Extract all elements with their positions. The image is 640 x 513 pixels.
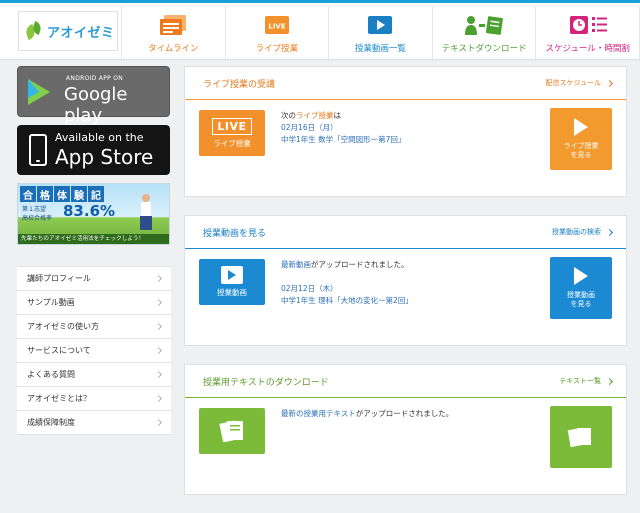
live-icon-text: LIVE: [268, 23, 285, 31]
text-thumbnail[interactable]: [199, 408, 265, 454]
card-header: ライブ授業の受講 配信スケジュール: [185, 67, 626, 100]
sidebar-item-faq[interactable]: よくある質問: [17, 363, 171, 387]
thumbnail-caption: ライブ授業: [213, 138, 251, 148]
sidebar-item-sample-video[interactable]: サンプル動画: [17, 291, 171, 315]
aoizemi-logo[interactable]: アオイゼミ: [18, 11, 118, 51]
live-icon: LIVE: [264, 14, 289, 36]
sidebar-item-about-service[interactable]: サービスについて: [17, 339, 171, 363]
live-course-link[interactable]: 中学1年生 数学「空間図形ー第7回」: [281, 134, 405, 146]
main-content: ライブ授業の受講 配信スケジュール LIVE ライブ授業 次のライブ授業は 02…: [184, 66, 627, 513]
nav-live[interactable]: LIVE ライブ授業: [224, 6, 329, 62]
thumbnail-caption: 授業動画: [217, 288, 247, 297]
card-body: 最新の授業用テキストがアップロードされました。: [185, 398, 626, 494]
card-body: LIVE ライブ授業 次のライブ授業は 02月16日（月） 中学1年生 数学「空…: [185, 100, 626, 196]
chevron-right-icon: [605, 228, 614, 236]
live-badge: LIVE: [212, 117, 252, 135]
chevron-right-icon: [154, 418, 163, 427]
schedule-link[interactable]: 配信スケジュール: [545, 78, 614, 88]
sidebar-item-teacher-profile[interactable]: 講師プロフィール: [17, 267, 171, 291]
schedule-icon: [568, 14, 608, 36]
nav-text-download[interactable]: テキストダウンロード: [431, 6, 536, 62]
success-story-banner[interactable]: 合 格 体 験 記 第１志望 高校合格率 83.6% 先輩たちのアオイゼミ活用法…: [17, 183, 170, 245]
google-play-big-text: Google play: [64, 84, 128, 126]
chevron-right-icon: [154, 322, 163, 331]
lesson-video-thumbnail[interactable]: 授業動画: [199, 259, 265, 305]
card-title: 授業動画を見る: [203, 228, 267, 239]
card-header: 授業動画を見る 授業動画の検索: [185, 216, 626, 249]
video-play-icon: [221, 266, 243, 284]
nav-timeline-label: タイムライン: [148, 44, 199, 54]
text-download-icon: [464, 14, 504, 36]
live-date: 02月16日（月）: [281, 123, 338, 132]
nav-live-label: ライブ授業: [255, 44, 299, 54]
chevron-right-icon: [154, 298, 163, 307]
video-play-icon: [368, 14, 393, 36]
nav-schedule[interactable]: スケジュール・時間割: [535, 6, 640, 62]
chevron-right-icon: [605, 377, 614, 385]
google-play-badge[interactable]: ANDROID APP ON Google play: [17, 66, 170, 126]
live-lesson-card: ライブ授業の受講 配信スケジュール LIVE ライブ授業 次のライブ授業は 02…: [184, 66, 627, 197]
watch-live-button[interactable]: ライブ授業 を見る: [550, 108, 612, 170]
video-course-link[interactable]: 中学1年生 理科「大地の変化ー第2回」: [281, 295, 413, 307]
main-nav: タイムライン LIVE ライブ授業 授業動画一覧 テキストダウンロード スケジュ…: [121, 6, 640, 62]
card-header: 授業用テキストのダウンロード テキスト一覧: [185, 365, 626, 398]
banner-caption: 先輩たちのアオイゼミ活用法をチェックしよう！: [18, 234, 169, 244]
app-store-badge[interactable]: Available on the App Store: [17, 125, 170, 175]
card-title: 授業用テキストのダウンロード: [203, 377, 329, 388]
text-info: 最新の授業用テキストがアップロードされました。: [281, 408, 453, 420]
play-icon: [574, 118, 588, 136]
sidebar: ANDROID APP ON Google play Available on …: [17, 66, 171, 435]
video-search-link[interactable]: 授業動画の検索: [552, 227, 614, 237]
nav-video-list[interactable]: 授業動画一覧: [328, 6, 432, 62]
latest-video-line: 最新動画がアップロードされました。: [281, 260, 409, 269]
banner-title: 合 格 体 験 記: [20, 186, 104, 202]
text-list-link[interactable]: テキスト一覧: [559, 376, 614, 386]
nav-video-label: 授業動画一覧: [354, 44, 406, 54]
lesson-video-info: 最新動画がアップロードされました。 02月12日（木） 中学1年生 理科「大地の…: [281, 259, 413, 307]
text-download-card: 授業用テキストのダウンロード テキスト一覧 最新の授業用テキストがアップロードさ…: [184, 364, 627, 495]
live-lesson-info: 次のライブ授業は 02月16日（月） 中学1年生 数学「空間図形ー第7回」: [281, 110, 405, 146]
video-date: 02月12日（木）: [281, 284, 338, 293]
chevron-right-icon: [154, 370, 163, 379]
timeline-icon: [160, 14, 187, 36]
top-navigation-bar: アオイゼミ タイムライン LIVE ライブ授業 授業動画一覧 テキストダウンロー…: [0, 0, 640, 62]
card-body: 授業動画 最新動画がアップロードされました。 02月12日（木） 中学1年生 理…: [185, 249, 626, 345]
sidebar-item-grade-guarantee[interactable]: 成績保障制度: [17, 411, 171, 435]
card-title: ライブ授業の受講: [203, 79, 276, 90]
play-icon: [574, 267, 588, 285]
next-live-line: 次のライブ授業は: [281, 111, 341, 120]
iphone-icon: [29, 134, 47, 166]
nav-timeline[interactable]: タイムライン: [121, 6, 225, 62]
banner-sub1: 第１志望: [22, 206, 47, 213]
leaf-logo-icon: [23, 20, 43, 41]
banner-pass-rate: 83.6%: [63, 202, 116, 220]
nav-schedule-label: スケジュール・時間割: [545, 44, 630, 54]
textbook-icon: [567, 427, 591, 448]
google-play-small-text: ANDROID APP ON: [66, 75, 124, 82]
lesson-video-card: 授業動画を見る 授業動画の検索 授業動画 最新動画がアップロードされました。 0…: [184, 215, 627, 346]
sidebar-item-what-is-aoizemi[interactable]: アオイゼミとは？: [17, 387, 171, 411]
chevron-right-icon: [154, 346, 163, 355]
logo-text: アオイゼミ: [47, 25, 115, 41]
live-lesson-thumbnail[interactable]: LIVE ライブ授業: [199, 110, 265, 156]
download-text-button[interactable]: [550, 406, 612, 468]
app-store-big-text: App Store: [55, 145, 154, 169]
sidebar-item-how-to-use[interactable]: アオイゼミの使い方: [17, 315, 171, 339]
sidebar-menu: 講師プロフィール サンプル動画 アオイゼミの使い方 サービスについて よくある質…: [17, 266, 171, 435]
chevron-right-icon: [605, 79, 614, 87]
chevron-right-icon: [154, 394, 163, 403]
student-runner-illustration: [136, 194, 156, 232]
chevron-right-icon: [154, 274, 163, 283]
latest-text-line: 最新の授業用テキストがアップロードされました。: [281, 409, 454, 418]
textbook-icon: [219, 420, 243, 442]
watch-video-button[interactable]: 授業動画 を見る: [550, 257, 612, 319]
banner-sub2: 高校合格率: [22, 215, 53, 222]
nav-text-label: テキストダウンロード: [441, 44, 527, 54]
app-store-small-text: Available on the: [55, 131, 144, 144]
